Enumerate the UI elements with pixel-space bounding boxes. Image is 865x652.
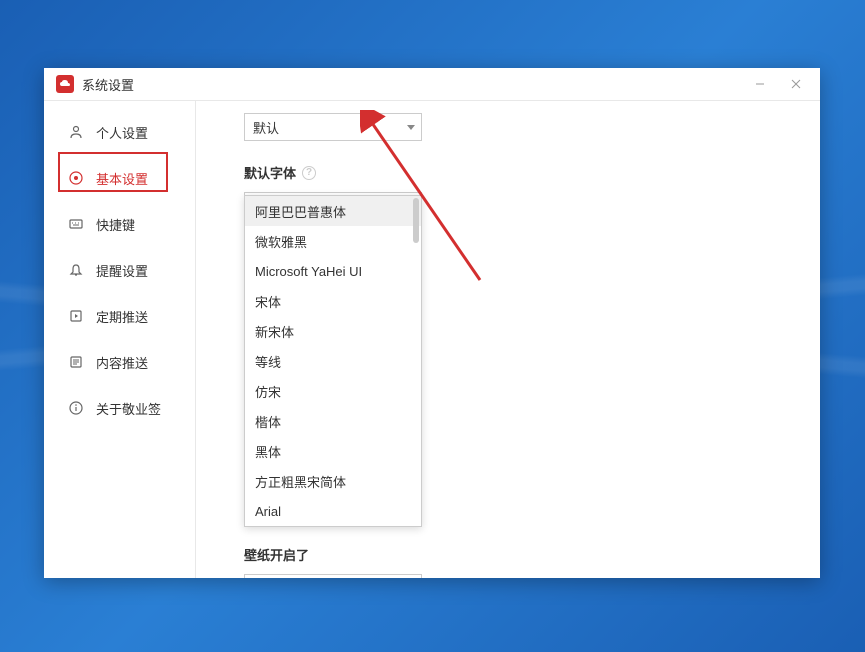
sidebar-item-shortcuts[interactable]: 快捷键: [44, 201, 195, 247]
close-icon: [790, 78, 802, 90]
dropdown-item[interactable]: Arial: [245, 496, 421, 526]
dropdown-item[interactable]: 仿宋: [245, 376, 421, 406]
sidebar-item-label: 定期推送: [96, 307, 148, 326]
dropdown-item[interactable]: 楷体: [245, 406, 421, 436]
dropdown-item[interactable]: 新宋体: [245, 316, 421, 346]
help-icon[interactable]: ?: [302, 166, 316, 180]
scrollbar[interactable]: [413, 198, 419, 243]
sidebar-item-label: 基本设置: [96, 169, 148, 188]
window-body: 个人设置 基本设置: [44, 101, 820, 578]
settings-window: 系统设置: [44, 68, 820, 578]
sidebar-item-schedule[interactable]: 定期推送: [44, 293, 195, 339]
sidebar-item-label: 提醒设置: [96, 261, 148, 280]
default-select[interactable]: 默认: [244, 113, 422, 141]
sidebar-item-basic[interactable]: 基本设置: [44, 155, 195, 201]
sidebar-item-reminder[interactable]: 提醒设置: [44, 247, 195, 293]
play-icon: [68, 308, 84, 324]
cloud-icon: [59, 78, 71, 90]
sidebar-item-label: 关于敬业签: [96, 399, 161, 418]
sidebar: 个人设置 基本设置: [44, 101, 196, 578]
chevron-down-icon: [407, 125, 415, 130]
dropdown-item[interactable]: Microsoft YaHei UI: [245, 256, 421, 286]
target-icon: [68, 170, 84, 186]
sidebar-item-personal[interactable]: 个人设置: [44, 109, 195, 155]
hidden-section-label: 壁纸开启了: [244, 545, 309, 564]
sidebar-item-label: 个人设置: [96, 123, 148, 142]
person-icon: [68, 124, 84, 140]
bell-icon: [68, 262, 84, 278]
app-icon: [56, 75, 74, 93]
font-section-label: 默认字体 ?: [244, 163, 772, 182]
keyboard-icon: [68, 216, 84, 232]
dropdown-item[interactable]: 方正粗黑宋简体: [245, 466, 421, 496]
sidebar-item-content[interactable]: 内容推送: [44, 339, 195, 385]
window-controls: [748, 72, 808, 96]
minimize-button[interactable]: [748, 72, 772, 96]
content-icon: [68, 354, 84, 370]
dropdown-item[interactable]: 黑体: [245, 436, 421, 466]
close-button[interactable]: [784, 72, 808, 96]
titlebar: 系统设置: [44, 68, 820, 101]
hidden-field: [244, 574, 422, 578]
sidebar-item-label: 内容推送: [96, 353, 148, 372]
sidebar-item-about[interactable]: 关于敬业签: [44, 385, 195, 431]
dropdown-item[interactable]: 微软雅黑: [245, 226, 421, 256]
sidebar-item-label: 快捷键: [96, 215, 135, 234]
font-dropdown: 阿里巴巴普惠体 微软雅黑 Microsoft YaHei UI 宋体 新宋体 等…: [244, 195, 422, 527]
window-title: 系统设置: [82, 75, 748, 94]
select-value: 默认: [253, 118, 279, 137]
dropdown-item[interactable]: 等线: [245, 346, 421, 376]
dropdown-item[interactable]: 宋体: [245, 286, 421, 316]
info-icon: [68, 400, 84, 416]
content-area: 默认 默认字体 ? 阿里巴巴普惠体 阿里巴巴普惠体 微软雅黑 Microsoft…: [196, 101, 820, 578]
dropdown-item[interactable]: 阿里巴巴普惠体: [245, 196, 421, 226]
section-label-text: 默认字体: [244, 163, 296, 182]
minimize-icon: [754, 78, 766, 90]
